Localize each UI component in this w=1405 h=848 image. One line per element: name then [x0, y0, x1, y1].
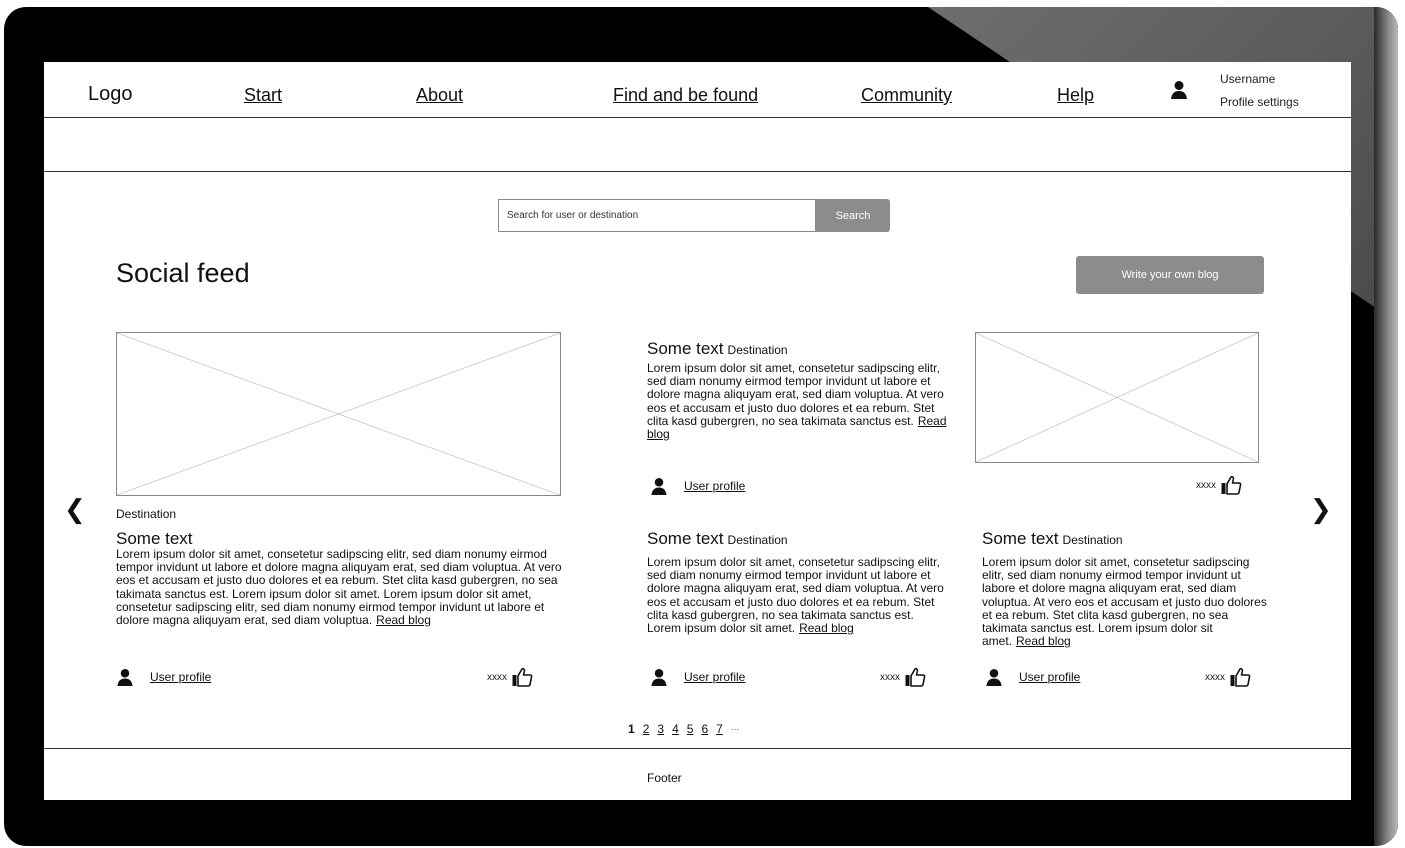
chevron-left-icon[interactable]: ❮ [64, 496, 86, 522]
post-body: Lorem ipsum dolor sit amet, consetetur s… [647, 361, 947, 441]
user-profile-link[interactable]: User profile [684, 479, 745, 493]
page-link[interactable]: 5 [687, 722, 694, 736]
post-title-row: Some text Destination [647, 339, 788, 359]
thumbs-up-icon[interactable] [904, 666, 926, 688]
post-destination: Destination [727, 343, 788, 357]
profile-settings-link[interactable]: Profile settings [1220, 95, 1299, 109]
post-destination: Destination [116, 507, 177, 521]
page-link[interactable]: 7 [716, 722, 723, 736]
chevron-right-icon[interactable]: ❯ [1310, 496, 1332, 522]
user-icon [651, 668, 667, 686]
post-likes: xxxx [880, 665, 926, 689]
logo[interactable]: Logo [88, 83, 133, 106]
post-destination: Destination [1062, 533, 1123, 547]
post-body-text: Lorem ipsum dolor sit amet, consetetur s… [647, 361, 944, 428]
user-icon [651, 477, 667, 495]
nav-start[interactable]: Start [244, 85, 282, 106]
post-likes: xxxx [487, 665, 533, 689]
header: Logo Start About Find and be found Commu… [44, 62, 1351, 118]
nav-find-and-be-found[interactable]: Find and be found [613, 85, 758, 106]
footer: Footer [44, 748, 1351, 800]
page-link[interactable]: 4 [672, 722, 679, 736]
post-body: Lorem ipsum dolor sit amet, consetetur s… [647, 555, 945, 636]
read-blog-link[interactable]: Read blog [799, 621, 854, 635]
post-author: User profile [985, 667, 1080, 687]
post-likes: xxxx [1205, 665, 1251, 689]
search-input[interactable] [498, 199, 816, 232]
page-link[interactable]: 3 [657, 722, 664, 736]
search-button[interactable]: Search [816, 199, 890, 232]
footer-text: Footer [647, 771, 682, 785]
page-link[interactable]: 6 [701, 722, 708, 736]
user-profile-link[interactable]: User profile [150, 670, 211, 684]
read-blog-link[interactable]: Read blog [376, 613, 431, 627]
frame-rim [1374, 7, 1398, 846]
post-likes: xxxx [1196, 473, 1242, 497]
post-body-text: Lorem ipsum dolor sit amet, consetetur s… [647, 555, 944, 636]
post-author: User profile [650, 667, 745, 687]
page-current[interactable]: 1 [628, 722, 635, 736]
post-body-text: Lorem ipsum dolor sit amet, consetetur s… [116, 547, 562, 628]
user-icon [117, 668, 133, 686]
post-title-row: Some text Destination [982, 529, 1123, 549]
post-title: Some text [116, 529, 193, 548]
screen: Logo Start About Find and be found Commu… [44, 62, 1351, 800]
nav-community[interactable]: Community [861, 85, 952, 106]
nav-help[interactable]: Help [1057, 85, 1094, 106]
username[interactable]: Username [1220, 72, 1275, 86]
write-blog-button[interactable]: Write your own blog [1076, 256, 1264, 294]
thumbs-up-icon[interactable] [1220, 474, 1242, 496]
user-icon [986, 668, 1002, 686]
post-image-placeholder [975, 332, 1259, 463]
post-title: Some text [647, 529, 724, 548]
post-image-placeholder [116, 332, 561, 496]
post-author: User profile [650, 476, 745, 496]
user-profile-link[interactable]: User profile [684, 670, 745, 684]
post-title-row: Some text Destination [647, 529, 788, 549]
like-count: xxxx [880, 671, 900, 683]
post-author: User profile [116, 667, 211, 687]
user-profile-link[interactable]: User profile [1019, 670, 1080, 684]
page-more[interactable]: ... [731, 722, 739, 736]
nav-about[interactable]: About [416, 85, 463, 106]
sub-header-bar [44, 119, 1351, 172]
like-count: xxxx [1205, 671, 1225, 683]
read-blog-link[interactable]: Read blog [1016, 634, 1071, 648]
thumbs-up-icon[interactable] [511, 666, 533, 688]
like-count: xxxx [487, 671, 507, 683]
thumbs-up-icon[interactable] [1229, 666, 1251, 688]
post-body: Lorem ipsum dolor sit amet, consetetur s… [116, 547, 562, 628]
user-icon[interactable] [1170, 80, 1188, 100]
pagination: 1 2 3 4 5 6 7 ... [628, 722, 747, 736]
post-destination: Destination [727, 533, 788, 547]
page-link[interactable]: 2 [643, 722, 650, 736]
page-title: Social feed [116, 258, 250, 288]
like-count: xxxx [1196, 479, 1216, 491]
post-body: Lorem ipsum dolor sit amet, consetetur s… [982, 555, 1274, 648]
post-title: Some text [982, 529, 1059, 548]
post-title: Some text [647, 339, 724, 358]
